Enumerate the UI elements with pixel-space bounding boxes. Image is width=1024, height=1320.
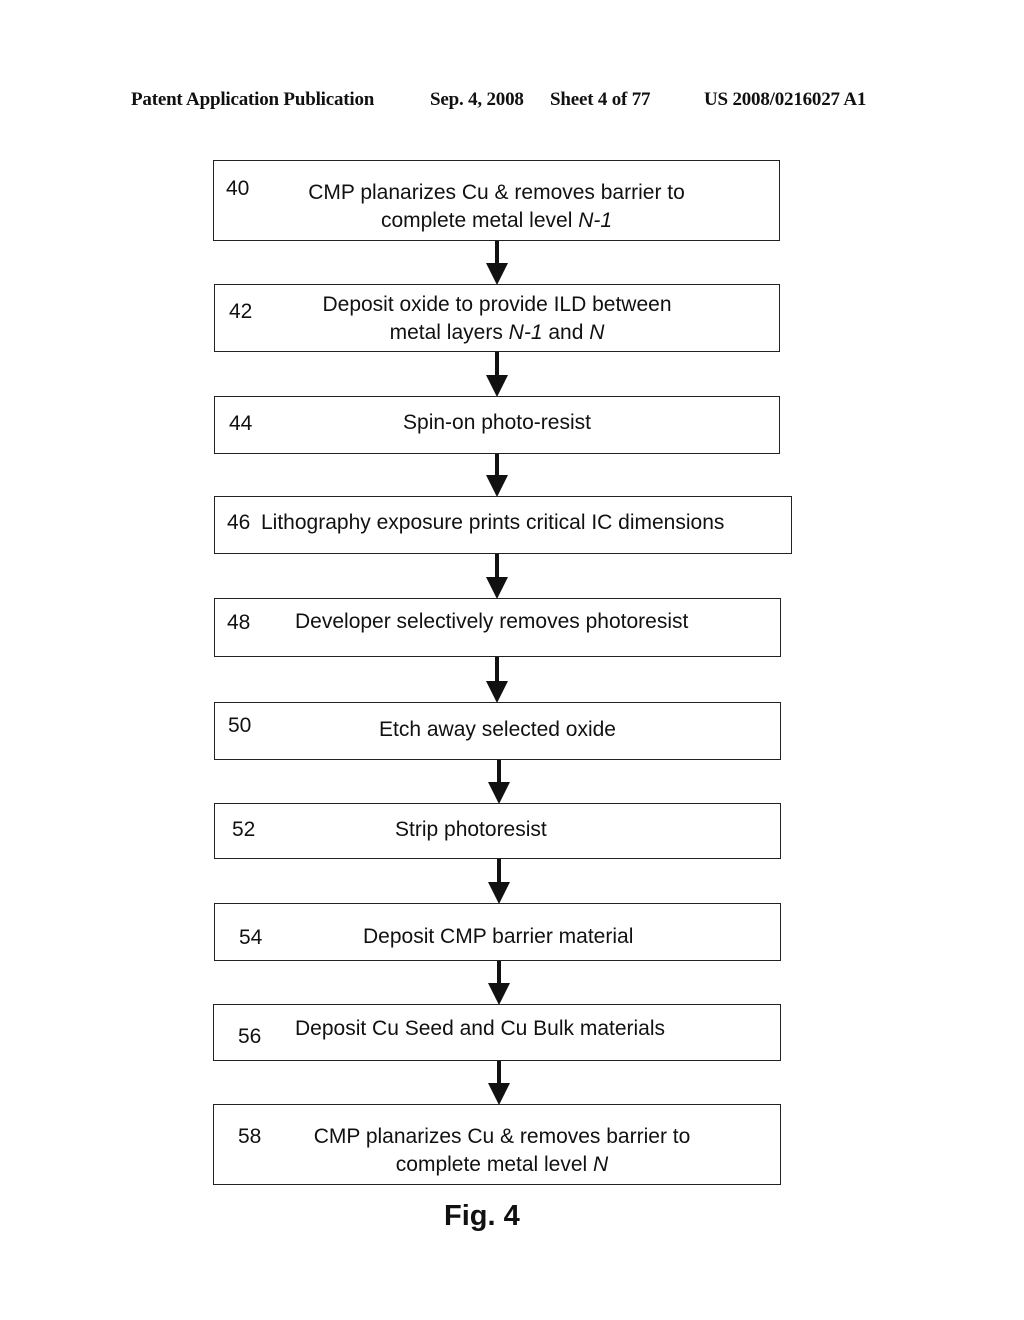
step-text-line1: CMP planarizes Cu & removes barrier to bbox=[313, 1125, 691, 1148]
step-number: 52 bbox=[232, 818, 256, 841]
step-text: Etch away selected oxide bbox=[379, 718, 616, 741]
publication-date: Sep. 4, 2008 bbox=[430, 89, 524, 110]
step-text: Strip photoresist bbox=[395, 818, 547, 841]
step-box-48: 48 Developer selectively removes photore… bbox=[214, 598, 781, 657]
step-text-line2: complete metal level N-1 bbox=[380, 209, 613, 232]
step-number: 40 bbox=[226, 177, 250, 200]
figure-label: Fig. 4 bbox=[444, 1200, 520, 1232]
step-box-50: 50 Etch away selected oxide bbox=[214, 702, 781, 760]
flow-arrow bbox=[486, 454, 508, 497]
step-number: 48 bbox=[227, 611, 251, 634]
step-number: 50 bbox=[228, 714, 252, 737]
flow-arrow bbox=[488, 961, 510, 1005]
flow-arrow bbox=[488, 1061, 510, 1105]
sheet-number: Sheet 4 of 77 bbox=[550, 89, 651, 110]
step-text: Deposit CMP barrier material bbox=[363, 925, 634, 948]
step-box-54: 54 Deposit CMP barrier material bbox=[214, 903, 781, 961]
step-text: Lithography exposure prints critical IC … bbox=[261, 511, 725, 534]
step-number: 56 bbox=[238, 1025, 262, 1048]
step-box-40: 40 CMP planarizes Cu & removes barrier t… bbox=[213, 160, 780, 241]
step-text: Developer selectively removes photoresis… bbox=[295, 610, 689, 633]
flow-arrow bbox=[488, 760, 510, 804]
step-text: Deposit oxide to provide ILD between met… bbox=[275, 291, 719, 347]
step-number: 54 bbox=[239, 926, 263, 949]
step-box-52: 52 Strip photoresist bbox=[214, 803, 781, 859]
step-box-56: 56 Deposit Cu Seed and Cu Bulk materials bbox=[213, 1004, 781, 1061]
flow-arrow bbox=[486, 241, 508, 285]
step-box-42: 42 Deposit oxide to provide ILD between … bbox=[214, 284, 780, 352]
step-text: Deposit Cu Seed and Cu Bulk materials bbox=[295, 1017, 666, 1040]
step-text-line2: metal layers N-1 and N bbox=[389, 321, 605, 344]
step-number: 46 bbox=[227, 511, 251, 534]
step-text-line1: Deposit oxide to provide ILD between bbox=[322, 293, 672, 316]
patent-number: US 2008/0216027 A1 bbox=[704, 89, 867, 110]
flow-arrow bbox=[486, 352, 508, 397]
flow-arrow bbox=[488, 859, 510, 904]
step-number: 58 bbox=[238, 1125, 262, 1148]
step-number: 42 bbox=[229, 300, 253, 323]
flow-arrow bbox=[486, 657, 508, 703]
step-text: Spin-on photo-resist bbox=[403, 411, 591, 434]
step-text-line2: complete metal level N bbox=[395, 1153, 609, 1176]
step-number: 44 bbox=[229, 412, 253, 435]
step-text: CMP planarizes Cu & removes barrier to c… bbox=[274, 1123, 730, 1179]
publication-title: Patent Application Publication bbox=[131, 89, 375, 110]
step-box-44: 44 Spin-on photo-resist bbox=[214, 396, 780, 454]
step-text-line1: CMP planarizes Cu & removes barrier to bbox=[308, 181, 685, 204]
step-box-46: 46 Lithography exposure prints critical … bbox=[214, 496, 792, 554]
flow-arrow bbox=[486, 554, 508, 599]
step-box-58: 58 CMP planarizes Cu & removes barrier t… bbox=[213, 1104, 781, 1185]
step-text: CMP planarizes Cu & removes barrier to c… bbox=[274, 179, 719, 235]
